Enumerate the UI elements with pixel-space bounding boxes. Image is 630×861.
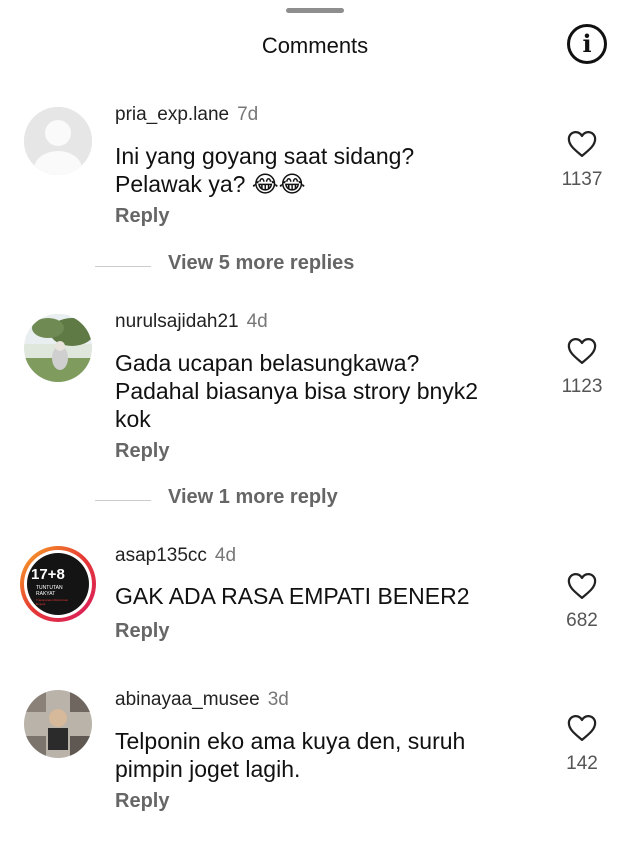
avatar-image: 17+8 TUNTUTAN RAKYAT Transparansi Reform… xyxy=(27,553,89,615)
heart-icon[interactable] xyxy=(567,337,597,365)
heart-icon[interactable] xyxy=(567,130,597,158)
like-count: 1123 xyxy=(561,376,603,397)
like-count: 682 xyxy=(566,610,598,631)
reply-button[interactable]: Reply xyxy=(115,440,169,463)
divider xyxy=(95,266,151,267)
reply-button[interactable]: Reply xyxy=(115,205,169,228)
avatar-text-mid: TUNTUTAN RAKYAT xyxy=(36,585,63,597)
comment-age: 4d xyxy=(214,545,237,566)
comment-text-line: Ini yang goyang saat sidang? xyxy=(115,143,415,169)
username-text[interactable]: asap135cc xyxy=(115,545,207,566)
avatar[interactable] xyxy=(24,314,92,382)
reply-button[interactable]: Reply xyxy=(115,620,169,643)
comment-age: 7d xyxy=(237,104,259,125)
comment-text-line: Telponin eko ama kuya den, suruh xyxy=(115,728,466,754)
comment-username[interactable]: asap135cc 4d xyxy=(115,545,236,567)
default-avatar-icon xyxy=(24,107,92,175)
heart-icon[interactable] xyxy=(567,714,597,742)
divider xyxy=(95,500,151,501)
comment-text-line: pimpin joget lagih. xyxy=(115,756,301,782)
like-count: 142 xyxy=(566,753,598,774)
avatar-story-ring[interactable]: 17+8 TUNTUTAN RAKYAT Transparansi Reform… xyxy=(20,546,96,622)
username-text[interactable]: nurulsajidah21 xyxy=(115,311,239,332)
comment-age: 4d xyxy=(246,311,268,332)
avatar[interactable] xyxy=(24,690,92,758)
comment-text: Ini yang goyang saat sidang? Pelawak ya?… xyxy=(115,142,535,198)
heart-icon[interactable] xyxy=(567,572,597,600)
photo-avatar-image xyxy=(24,690,92,758)
avatar: 17+8 TUNTUTAN RAKYAT Transparansi Reform… xyxy=(24,550,92,618)
comment-text-line: Pelawak ya? 😂😂 xyxy=(115,171,306,197)
comment-text-line: Gada ucapan belasungkawa? xyxy=(115,350,420,376)
avatar[interactable] xyxy=(24,107,92,175)
comment-age: 3d xyxy=(267,689,289,710)
drag-handle[interactable] xyxy=(286,8,344,13)
avatar-text-small: Transparansi Reformasi Empati xyxy=(36,598,68,606)
comments-sheet: Comments i pria_exp.lane 7d Ini yang goya… xyxy=(0,0,630,861)
comment-text-line: kok xyxy=(115,406,151,432)
reply-button[interactable]: Reply xyxy=(115,790,169,813)
like-count: 1137 xyxy=(561,169,603,190)
comment-text-line: Padahal biasanya bisa strory bnyk2 xyxy=(115,378,479,404)
comment-text-line: GAK ADA RASA EMPATI BENER2 xyxy=(115,583,470,609)
avatar-text-big: 17+8 xyxy=(31,566,65,583)
comment-text: Gada ucapan belasungkawa? Padahal biasan… xyxy=(115,349,535,433)
comment-text: GAK ADA RASA EMPATI BENER2 xyxy=(115,582,535,610)
page-title: Comments xyxy=(261,33,369,58)
view-more-label[interactable]: View 5 more replies xyxy=(168,252,354,275)
info-icon[interactable]: i xyxy=(567,24,607,64)
username-text[interactable]: pria_exp.lane xyxy=(115,104,229,125)
photo-avatar-image xyxy=(24,314,92,382)
username-text[interactable]: abinayaa_musee xyxy=(115,689,260,710)
comment-username[interactable]: nurulsajidah21 4d xyxy=(115,311,268,333)
comment-username[interactable]: abinayaa_musee 3d xyxy=(115,689,289,711)
view-more-label[interactable]: View 1 more reply xyxy=(168,486,338,509)
comment-text: Telponin eko ama kuya den, suruh pimpin … xyxy=(115,727,535,783)
comment-username[interactable]: pria_exp.lane 7d xyxy=(115,104,258,126)
